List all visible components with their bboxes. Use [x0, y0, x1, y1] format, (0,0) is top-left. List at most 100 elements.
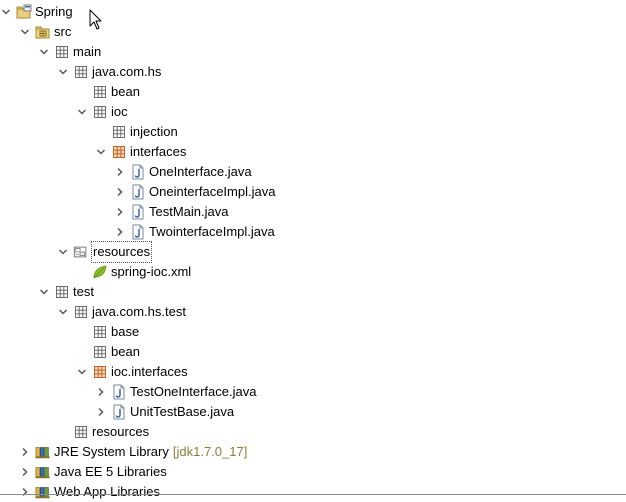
chevron-down-icon[interactable] — [36, 282, 52, 302]
package-icon — [92, 84, 108, 100]
tree-item-label: injection — [130, 124, 178, 139]
tree-item-label: spring-ioc.xml — [111, 264, 192, 279]
tree-item-label: resources — [92, 424, 150, 439]
project-icon — [16, 4, 32, 20]
tree-item-base[interactable]: base — [74, 322, 139, 342]
tree-item-label: java.com.hs.test — [92, 304, 186, 319]
package-icon — [73, 64, 89, 80]
tree-item-resources[interactable]: resources — [55, 422, 149, 442]
tree-item-java-ee-5-libraries[interactable]: Java EE 5 Libraries — [17, 462, 167, 482]
java-file-icon — [111, 404, 127, 420]
tree-item-resources[interactable]: resources — [55, 241, 153, 263]
tree-item-ioc-interfaces[interactable]: ioc.interfaces — [74, 362, 188, 382]
tree-item-label: test — [73, 284, 94, 299]
tree-item-jre-system-library[interactable]: JRE System Library [jdk1.7.0_17] — [17, 442, 247, 462]
tree-item-ioc[interactable]: ioc — [74, 102, 128, 122]
tree-item-label: OneinterfaceImpl.java — [149, 184, 276, 199]
tree-item-java-com-hs-test[interactable]: java.com.hs.test — [55, 302, 186, 322]
tree-item-spring-ioc-xml[interactable]: spring-ioc.xml — [74, 262, 191, 282]
tree-item-label: TestMain.java — [149, 204, 229, 219]
tree-item-label: main — [73, 44, 102, 59]
package-icon — [92, 324, 108, 340]
chevron-down-icon[interactable] — [55, 242, 71, 262]
java-file-icon — [130, 164, 146, 180]
xml-leaf-icon — [92, 264, 108, 280]
package-icon — [54, 44, 70, 60]
chevron-down-icon[interactable] — [74, 102, 90, 122]
chevron-right-icon[interactable] — [17, 442, 33, 462]
chevron-right-icon[interactable] — [93, 382, 109, 402]
tree-item-unittestbase-java[interactable]: UnitTestBase.java — [93, 402, 234, 422]
tree-item-oneinterfaceimpl-java[interactable]: OneinterfaceImpl.java — [112, 182, 275, 202]
chevron-right-icon[interactable] — [112, 162, 128, 182]
tree-item-label: Spring — [35, 4, 73, 19]
tree-item-label: TwointerfaceImpl.java — [149, 224, 275, 239]
tree-item-testoneinterface-java[interactable]: TestOneInterface.java — [93, 382, 256, 402]
package-icon — [73, 304, 89, 320]
tree-item-interfaces[interactable]: interfaces — [93, 142, 186, 162]
package-icon — [92, 344, 108, 360]
chevron-down-icon[interactable] — [74, 362, 90, 382]
tree-item-bean[interactable]: bean — [74, 82, 140, 102]
package-full-icon — [111, 144, 127, 160]
library-icon — [35, 464, 51, 480]
tree-item-oneinterface-java[interactable]: OneInterface.java — [112, 162, 252, 182]
tree-item-label: java.com.hs — [92, 64, 162, 79]
chevron-down-icon[interactable] — [93, 142, 109, 162]
tree-item-label: UnitTestBase.java — [130, 404, 235, 419]
tree-item-label: Web App Libraries — [54, 484, 160, 499]
tree-item-label: Java EE 5 Libraries — [54, 464, 167, 479]
tree-item-label: base — [111, 324, 140, 339]
tree-item-label: TestOneInterface.java — [130, 384, 257, 399]
resource-folder-icon — [73, 244, 89, 260]
tree-item-java-com-hs[interactable]: java.com.hs — [55, 62, 161, 82]
tree-item-label: OneInterface.java — [149, 164, 252, 179]
tree-item-test[interactable]: test — [36, 282, 94, 302]
tree-item-spring[interactable]: Spring — [0, 2, 73, 22]
tree-item-label: src — [54, 24, 72, 39]
chevron-down-icon[interactable] — [36, 42, 52, 62]
chevron-right-icon[interactable] — [93, 402, 109, 422]
chevron-right-icon[interactable] — [112, 202, 128, 222]
mouse-cursor-icon — [89, 9, 103, 34]
tree-item-injection[interactable]: injection — [93, 122, 178, 142]
source-folder-icon — [35, 24, 51, 40]
java-file-icon — [111, 384, 127, 400]
package-full-icon — [92, 364, 108, 380]
library-icon — [35, 444, 51, 460]
tree-item-label: resources — [90, 241, 153, 263]
tree-item-label: JRE System Library — [54, 444, 169, 459]
library-icon — [35, 484, 51, 500]
tree-item-twointerfaceimpl-java[interactable]: TwointerfaceImpl.java — [112, 222, 275, 242]
tree-item-label: ioc — [111, 104, 128, 119]
chevron-down-icon[interactable] — [55, 302, 71, 322]
java-file-icon — [130, 204, 146, 220]
tree-item-main[interactable]: main — [36, 42, 101, 62]
chevron-right-icon[interactable] — [17, 482, 33, 502]
chevron-down-icon[interactable] — [17, 22, 33, 42]
chevron-down-icon[interactable] — [55, 62, 71, 82]
tree-item-label: bean — [111, 344, 140, 359]
tree-item-bean[interactable]: bean — [74, 342, 140, 362]
package-icon — [54, 284, 70, 300]
project-explorer-tree[interactable]: Spring src main java.com.hs bean ioc injection… — [0, 0, 626, 499]
chevron-right-icon[interactable] — [17, 462, 33, 482]
tree-item-testmain-java[interactable]: TestMain.java — [112, 202, 228, 222]
chevron-down-icon[interactable] — [0, 2, 14, 22]
chevron-right-icon[interactable] — [112, 182, 128, 202]
tree-item-label: bean — [111, 84, 140, 99]
tree-item-web-app-libraries[interactable]: Web App Libraries — [17, 482, 160, 502]
java-file-icon — [130, 224, 146, 240]
package-icon — [73, 424, 89, 440]
tree-item-src[interactable]: src — [17, 22, 71, 42]
tree-item-label: ioc.interfaces — [111, 364, 188, 379]
chevron-right-icon[interactable] — [112, 222, 128, 242]
package-icon — [92, 104, 108, 120]
tree-item-label: interfaces — [130, 144, 187, 159]
